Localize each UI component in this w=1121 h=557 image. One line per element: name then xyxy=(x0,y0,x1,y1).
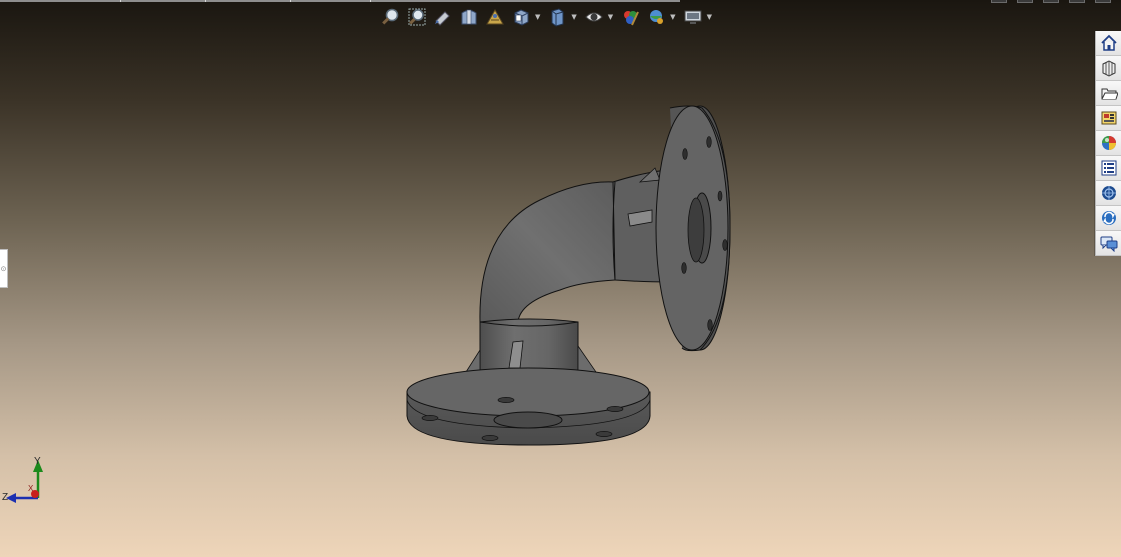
graphics-area[interactable]: ▼ ▼ ▼ ▼ ▼ ⊙ Y Z X xyxy=(0,0,1121,557)
triad-y-label: Y xyxy=(34,456,41,467)
triad-z-label: Z xyxy=(2,492,9,503)
triad-x-label: X xyxy=(28,484,34,493)
flanged-elbow-model[interactable] xyxy=(0,0,1121,557)
reference-triad: Y Z X xyxy=(0,452,60,512)
triad-axes-icon xyxy=(6,460,43,503)
